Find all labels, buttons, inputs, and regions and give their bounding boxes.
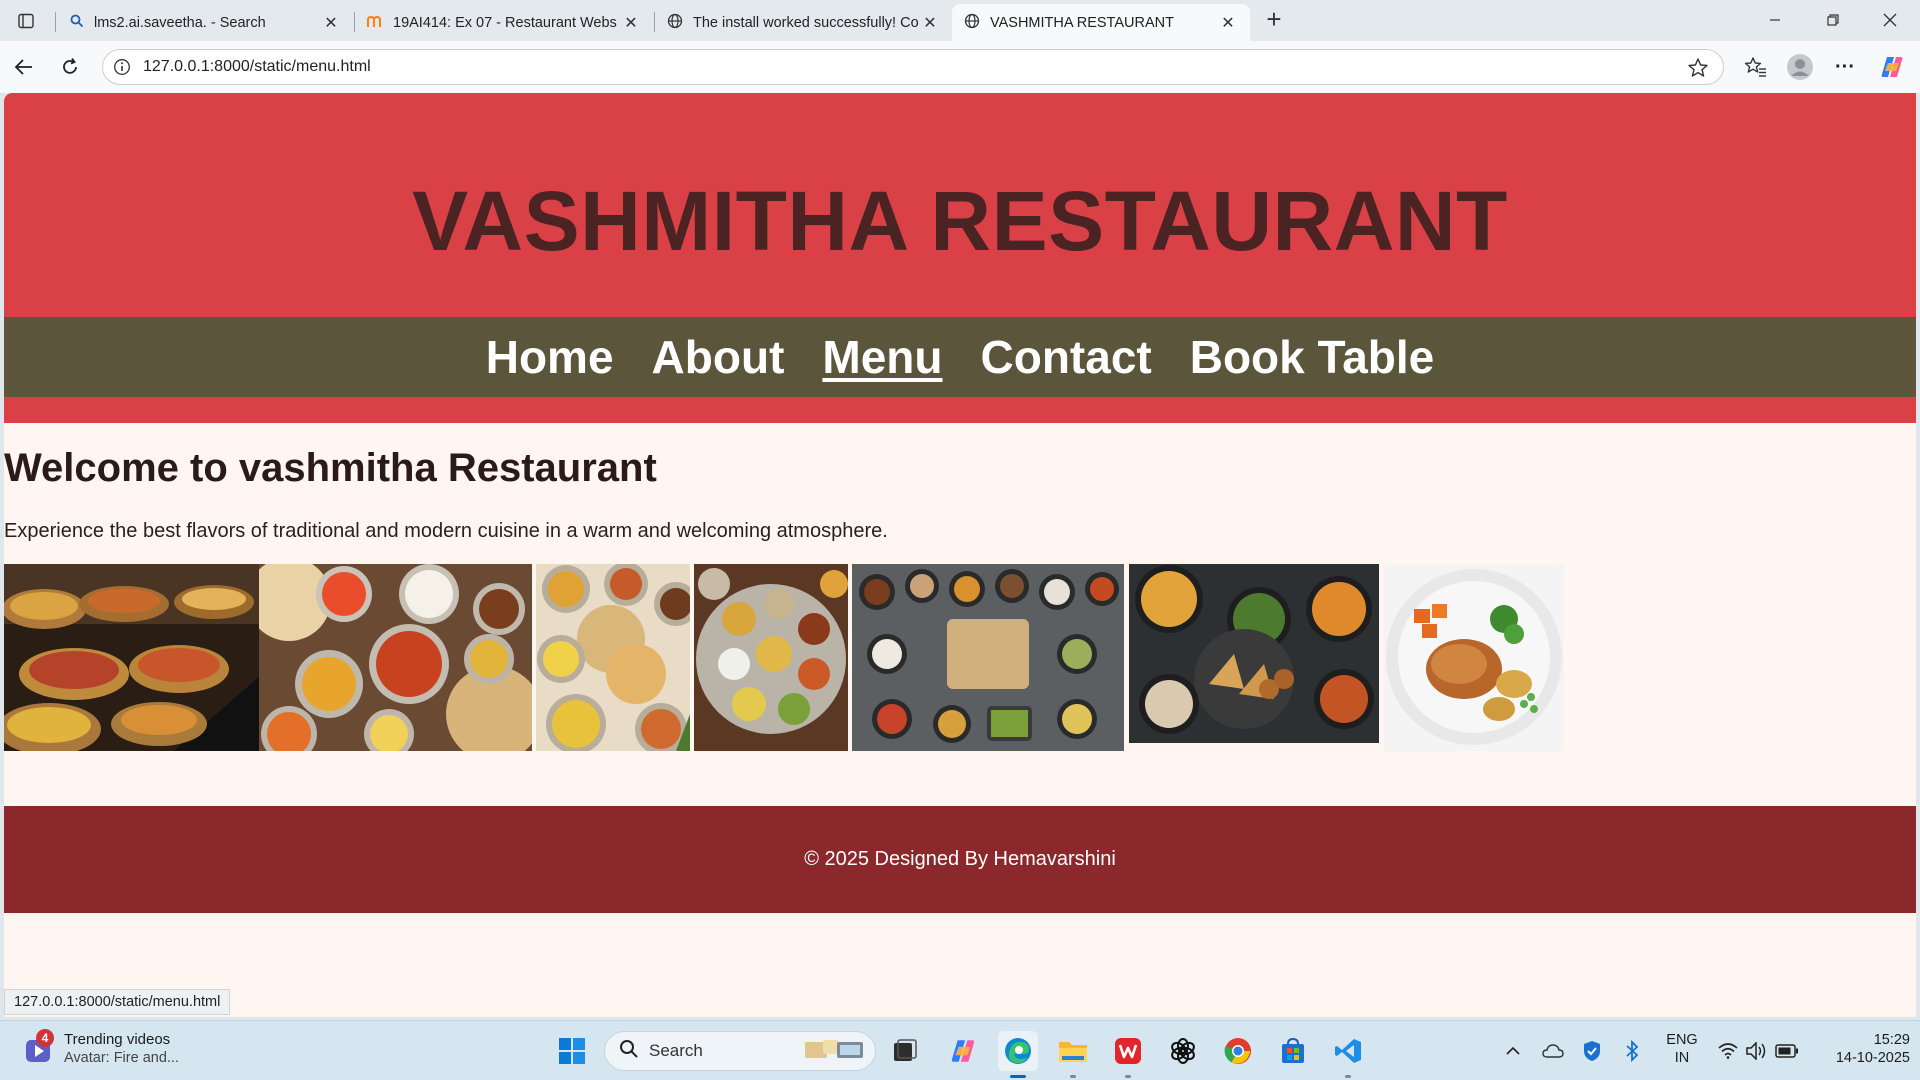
open-indicator (1345, 1075, 1351, 1078)
address-bar[interactable]: 127.0.0.1:8000/static/menu.html (102, 49, 1724, 85)
close-icon[interactable]: ✕ (621, 13, 641, 33)
food-photo-slate-table (852, 564, 1124, 751)
clock[interactable]: 15:29 14-10-2025 (1810, 1031, 1910, 1067)
search-icon (70, 14, 84, 32)
close-icon[interactable]: ✕ (920, 13, 940, 33)
microsoft-store-icon[interactable] (1273, 1031, 1313, 1071)
food-photo-indian-spread (259, 564, 532, 751)
browser-toolbar: 127.0.0.1:8000/static/menu.html ··· (0, 41, 1920, 93)
nav-contact-link[interactable]: Contact (981, 330, 1152, 384)
food-photo-curry-buffet (4, 564, 285, 751)
minimize-icon[interactable] (1755, 5, 1795, 35)
battery-icon[interactable] (1775, 1039, 1799, 1063)
tab-moodle[interactable]: 19AI414: Ex 07 - Restaurant Webs ✕ (355, 4, 653, 41)
site-footer: © 2025 Designed By Hemavarshini (4, 806, 1916, 913)
tab-restaurant-active[interactable]: VASHMITHA RESTAURANT ✕ (952, 4, 1250, 41)
moodle-icon (367, 14, 383, 32)
edge-icon[interactable] (998, 1031, 1038, 1078)
restaurant-title: VASHMITHA RESTAURANT (412, 174, 1508, 268)
open-indicator (1070, 1075, 1076, 1078)
video-widget-icon: 4 (22, 1029, 56, 1066)
windows-taskbar: 4 Trending videos Avatar: Fire and... Se… (0, 1020, 1920, 1080)
show-hidden-icons-chevron-up-icon[interactable] (1501, 1039, 1525, 1063)
footer-copyright: © 2025 Designed By Hemavarshini (804, 848, 1116, 870)
food-photo-thali-platter (694, 564, 848, 751)
chatgpt-icon[interactable] (1163, 1031, 1203, 1071)
profile-avatar-icon[interactable] (1784, 52, 1816, 82)
tab-title: VASHMITHA RESTAURANT (990, 14, 1174, 31)
nav-about-link[interactable]: About (652, 330, 785, 384)
search-label: Search (649, 1041, 703, 1060)
food-photo-samosa-curries (1129, 564, 1379, 743)
notification-badge: 4 (36, 1029, 54, 1047)
copilot-icon[interactable] (1876, 52, 1908, 82)
page-viewport: VASHMITHA RESTAURANT Home About Menu Con… (4, 93, 1916, 1017)
widget-title: Trending videos (64, 1031, 171, 1048)
running-indicator (1010, 1075, 1026, 1078)
welcome-heading: Welcome to vashmitha Restaurant (4, 446, 657, 490)
wps-office-icon[interactable] (1108, 1031, 1148, 1078)
vscode-icon[interactable] (1328, 1031, 1368, 1078)
taskbar-search-box[interactable]: Search (604, 1031, 876, 1071)
volume-icon[interactable] (1745, 1039, 1769, 1063)
tab-title: 19AI414: Ex 07 - Restaurant Webs (393, 14, 617, 31)
site-navigation: Home About Menu Contact Book Table (4, 317, 1916, 397)
intro-text: Experience the best flavors of tradition… (4, 520, 888, 542)
tab-separator (55, 12, 56, 32)
onedrive-cloud-icon[interactable] (1541, 1039, 1565, 1063)
tab-title: The install worked successfully! Co (693, 14, 919, 31)
search-icon (619, 1039, 639, 1064)
status-bar-url: 127.0.0.1:8000/static/menu.html (4, 989, 231, 1015)
nav-menu-link[interactable]: Menu (822, 330, 942, 384)
nav-home-link[interactable]: Home (486, 330, 614, 384)
tab-title: lms2.ai.saveetha. - Search (94, 14, 266, 31)
close-window-icon[interactable] (1870, 5, 1910, 35)
close-icon[interactable]: ✕ (1218, 13, 1238, 33)
restore-icon[interactable] (1813, 5, 1853, 35)
bluetooth-icon[interactable] (1620, 1039, 1644, 1063)
language-code: ENG (1666, 1032, 1698, 1048)
refresh-icon[interactable] (54, 52, 86, 82)
chrome-icon[interactable] (1218, 1031, 1258, 1071)
task-view-icon[interactable] (885, 1031, 925, 1071)
windows-start-icon[interactable] (552, 1031, 592, 1071)
nav-book-table-link[interactable]: Book Table (1190, 330, 1435, 384)
tab-search[interactable]: lms2.ai.saveetha. - Search ✕ (58, 4, 353, 41)
region-code: IN (1674, 1050, 1690, 1066)
widgets-button[interactable]: 4 Trending videos Avatar: Fire and... (22, 1029, 179, 1068)
back-arrow-icon[interactable] (8, 52, 40, 82)
clock-date: 14-10-2025 (1835, 1050, 1910, 1066)
security-shield-icon[interactable] (1580, 1039, 1604, 1063)
close-icon[interactable]: ✕ (321, 13, 341, 33)
widget-subtitle: Avatar: Fire and... (64, 1050, 179, 1066)
globe-icon (964, 13, 980, 33)
address-url[interactable]: 127.0.0.1:8000/static/menu.html (143, 58, 371, 76)
clock-time: 15:29 (1873, 1032, 1910, 1048)
copilot-icon[interactable] (943, 1031, 983, 1071)
search-highlight-icon (803, 1036, 865, 1067)
language-indicator[interactable]: ENG IN (1662, 1031, 1702, 1067)
tab-django-install[interactable]: The install worked successfully! Co ✕ (655, 4, 952, 41)
wifi-icon[interactable] (1716, 1039, 1740, 1063)
site-header: VASHMITHA RESTAURANT Home About Menu Con… (4, 93, 1916, 423)
favorite-star-icon[interactable] (1687, 57, 1709, 84)
tab-actions-icon[interactable] (12, 8, 40, 34)
site-info-icon[interactable] (113, 58, 131, 76)
food-photo-thali-puri (536, 564, 690, 751)
new-tab-button[interactable]: + (1260, 6, 1288, 34)
file-explorer-icon[interactable] (1053, 1031, 1093, 1078)
favorites-icon[interactable] (1740, 52, 1772, 82)
more-options-icon[interactable]: ··· (1829, 52, 1861, 82)
tab-strip: lms2.ai.saveetha. - Search ✕ 19AI414: Ex… (0, 0, 1920, 41)
food-photo-roast-chicken (1384, 564, 1564, 751)
open-indicator (1125, 1075, 1131, 1078)
globe-icon (667, 13, 683, 33)
